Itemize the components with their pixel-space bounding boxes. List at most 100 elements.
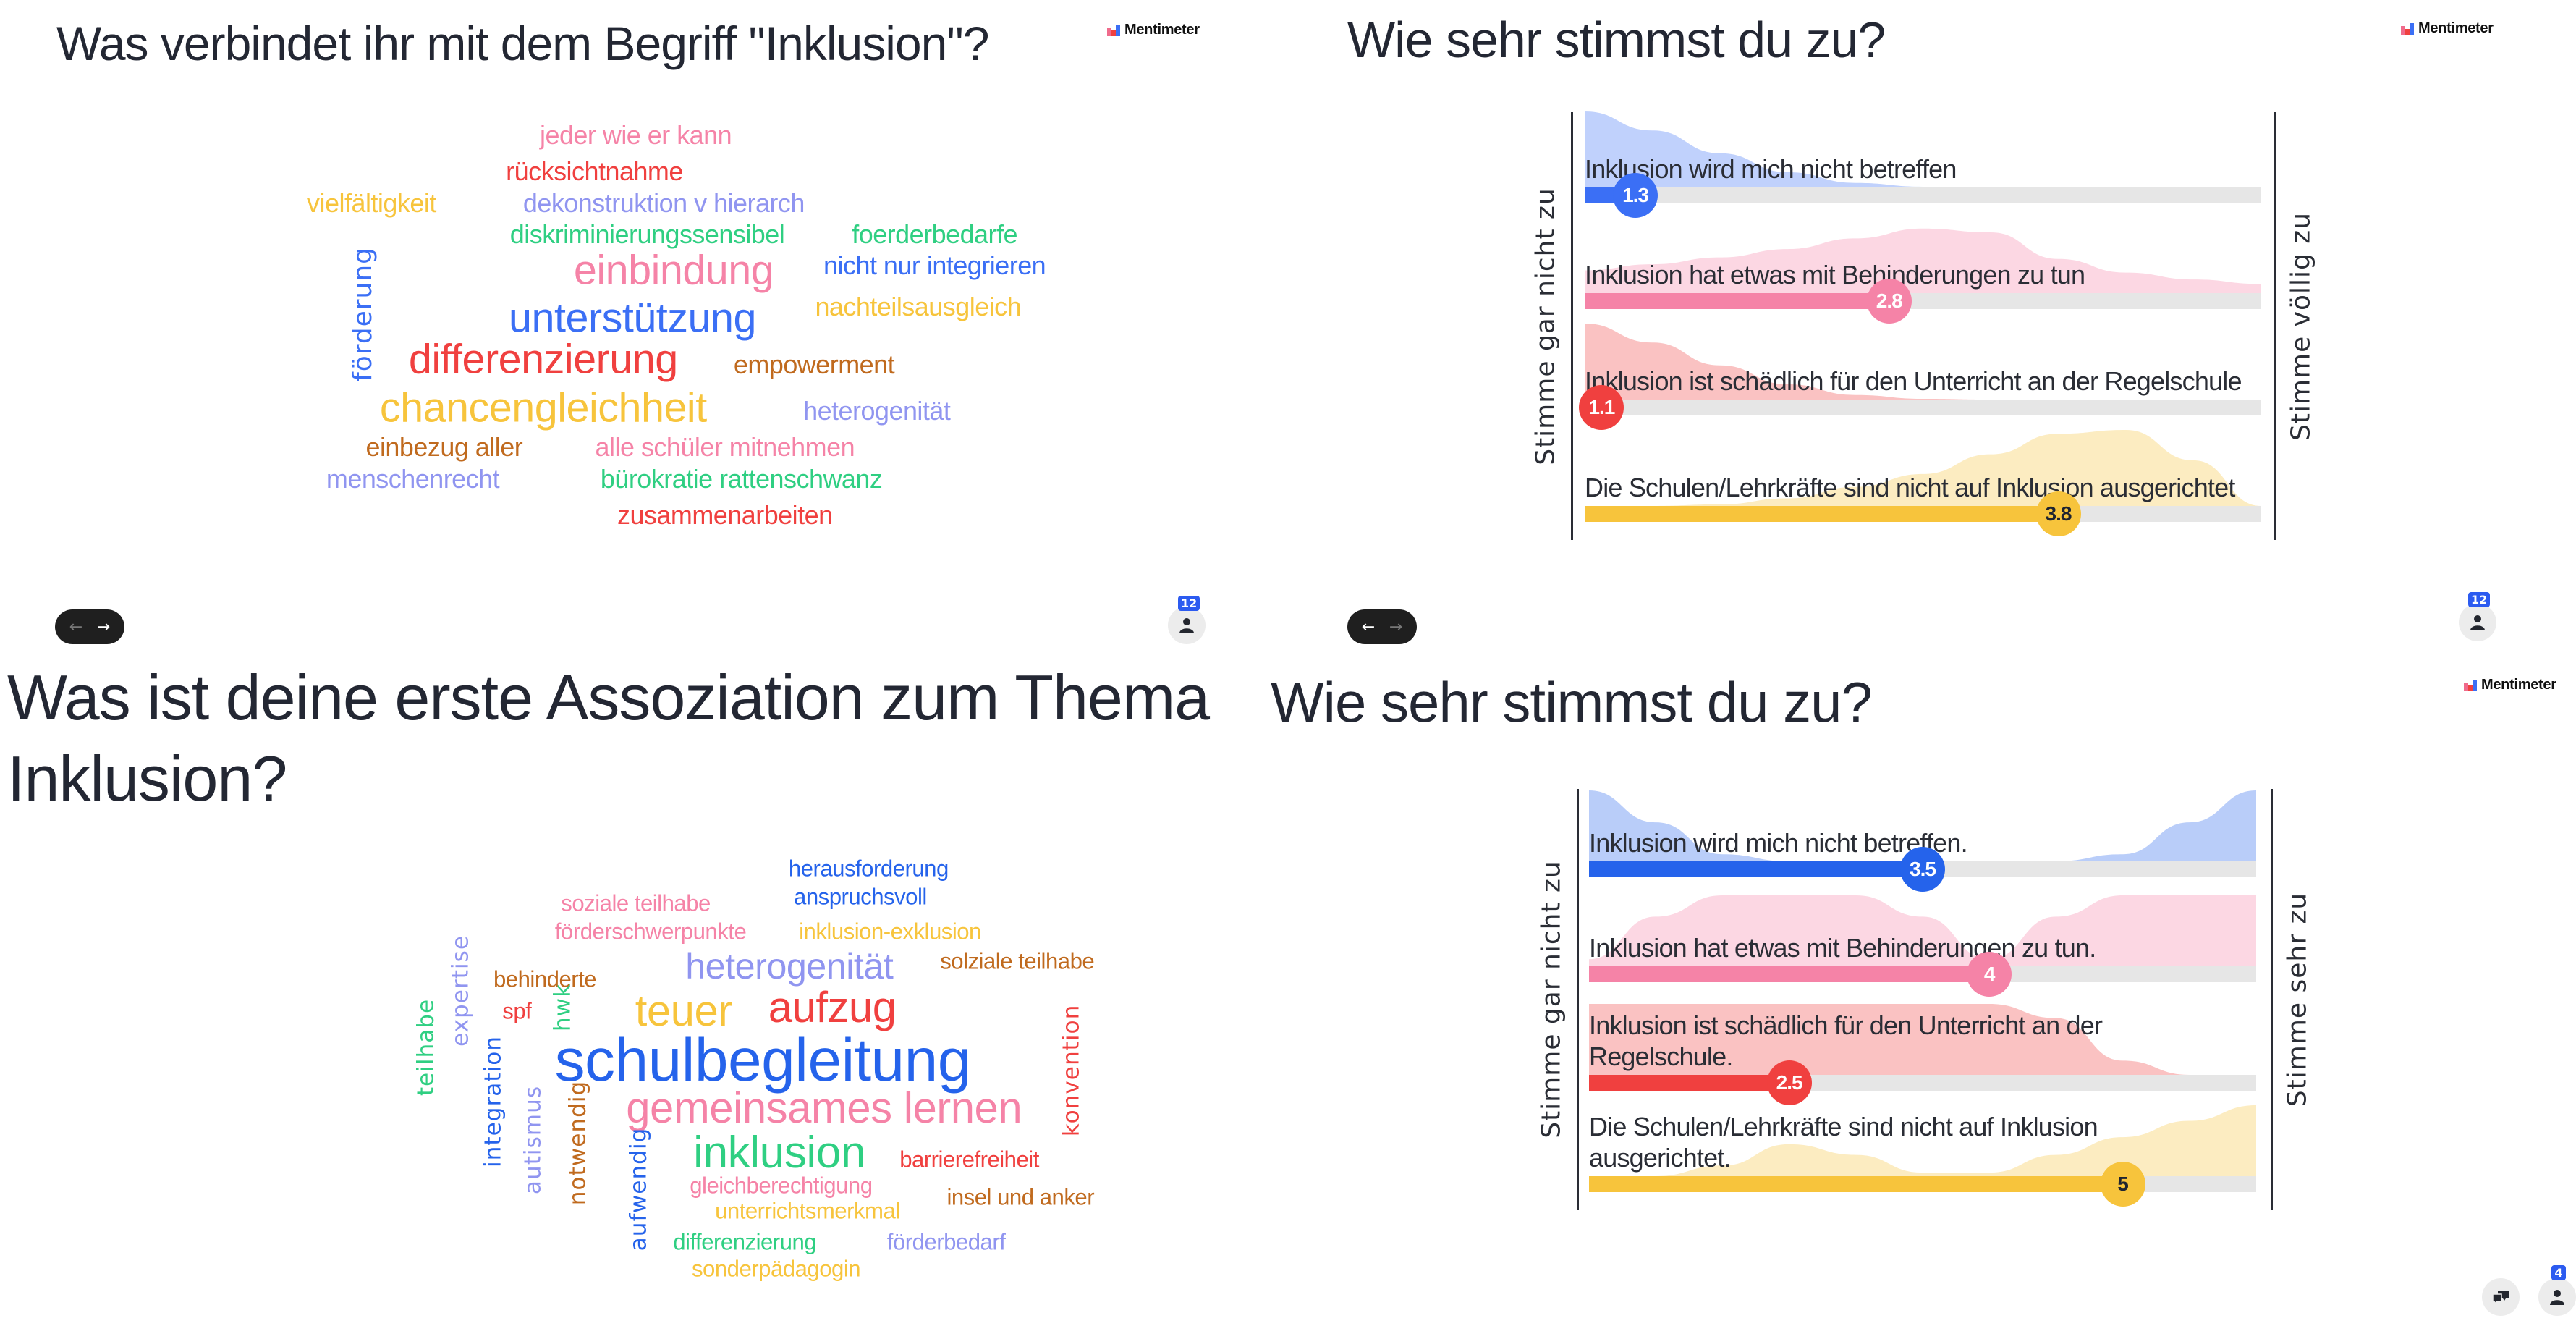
- participants-count-badge: 12: [2468, 592, 2491, 607]
- axis-label-right: Stimme völlig zu: [2286, 211, 2316, 441]
- scale-track: [1585, 187, 2261, 203]
- word-cloud-entry: anspruchsvoll: [794, 884, 927, 910]
- scale-fill: [1589, 861, 1923, 877]
- statement-label: Inklusion ist schädlich für den Unterric…: [1589, 1010, 2103, 1071]
- scale-track: [1589, 1075, 2256, 1091]
- person-icon: [2470, 615, 2485, 630]
- word-cloud-entry: herausforderung: [788, 856, 949, 882]
- word-cloud-entry: sonderpädagogin: [691, 1255, 861, 1281]
- participants-count-badge: 12: [1178, 596, 1200, 611]
- word-cloud-entry: solziale teilhabe: [940, 948, 1095, 974]
- mentimeter-logo-text: Mentimeter: [2481, 677, 2556, 693]
- arrow-right-icon[interactable]: →: [97, 618, 110, 636]
- statement-label: Inklusion hat etwas mit Behinderungen zu…: [1585, 259, 2085, 290]
- word-cloud-entry: förderschwerpunkte: [554, 919, 747, 945]
- participants-button[interactable]: [2538, 1278, 2576, 1316]
- slide-navigation[interactable]: ← →: [55, 609, 124, 644]
- word-cloud-entry: soziale teilhabe: [561, 890, 711, 916]
- scale-track: [1585, 506, 2261, 522]
- average-value-bubble: 2.5: [1766, 1060, 1812, 1105]
- word-cloud-entry: bürokratie rattenschwanz: [600, 463, 883, 494]
- word-cloud-entry: inklusion: [693, 1127, 866, 1178]
- statement-label: Inklusion hat etwas mit Behinderungen zu…: [1589, 932, 2096, 963]
- mentimeter-logo-icon: [1107, 24, 1120, 36]
- word-cloud-entry: unterstützung: [509, 295, 756, 342]
- word-cloud-entry: aufzug: [768, 983, 897, 1032]
- slide-title: Wie sehr stimmst du zu?: [1347, 12, 1886, 68]
- slide-title-line-1: Was ist deine erste Assoziation zum Them…: [7, 662, 1210, 733]
- word-cloud-entry: förderung: [348, 246, 378, 381]
- participants-button[interactable]: [2459, 604, 2496, 641]
- word-cloud-entry: unterrichtsmerkmal: [715, 1198, 900, 1224]
- axis-line-left: [1571, 112, 1573, 540]
- axis-line-right: [2271, 789, 2273, 1210]
- word-cloud-entry: notwendig: [564, 1080, 591, 1206]
- word-cloud-entry: diskriminierungssensibel: [509, 219, 785, 250]
- word-cloud-entry: differenzierung: [408, 336, 678, 383]
- average-value-bubble: 2.8: [1866, 279, 1912, 324]
- word-cloud-entry: heterogenität: [803, 396, 951, 426]
- average-value-bubble: 1.3: [1613, 173, 1658, 218]
- word-cloud-entry: einbezug aller: [365, 432, 523, 463]
- mentimeter-logo: Mentimeter: [1107, 22, 1200, 38]
- word-cloud-entry: schulbegleitung: [554, 1026, 972, 1094]
- word-cloud-entry: barrierefreiheit: [899, 1146, 1039, 1173]
- mentimeter-logo-icon: [2401, 22, 2414, 35]
- scale-fill: [1589, 1176, 2123, 1192]
- word-cloud-entry: konvention: [1058, 1004, 1085, 1137]
- scale-fill: [1585, 506, 2059, 522]
- word-cloud-entry: heterogenität: [685, 945, 894, 987]
- axis-label-left: Stimme gar nicht zu: [1536, 861, 1567, 1139]
- slide-title: Was verbindet ihr mit dem Begriff "Inklu…: [56, 17, 989, 70]
- slide-navigation[interactable]: ← →: [1347, 609, 1417, 644]
- word-cloud-entry: integration: [480, 1036, 507, 1168]
- word-cloud-entry: foerderbedarfe: [852, 219, 1017, 250]
- word-cloud-entry: chancengleichheit: [379, 384, 707, 431]
- person-icon: [2550, 1290, 2564, 1305]
- participants-button[interactable]: [1168, 607, 1206, 644]
- comments-button[interactable]: [2482, 1278, 2520, 1316]
- word-cloud-entry: nachteilsausgleich: [815, 292, 1022, 322]
- scale-fill: [1585, 293, 1889, 309]
- word-cloud-entry: expertise: [447, 935, 474, 1047]
- scale-fill: [1589, 966, 1990, 982]
- viewers-count-badge: 4: [2551, 1265, 2566, 1280]
- word-cloud-entry: zusammenarbeiten: [617, 500, 833, 530]
- slide-title: Wie sehr stimmst du zu?: [1271, 670, 1873, 734]
- axis-label-left: Stimme gar nicht zu: [1530, 187, 1561, 465]
- word-cloud-entry: rücksichtnahme: [506, 156, 683, 187]
- word-cloud-entry: menschenrecht: [326, 463, 500, 494]
- mentimeter-logo: Mentimeter: [2401, 20, 2494, 37]
- person-icon: [1179, 618, 1194, 633]
- word-cloud-entry: spf: [502, 998, 532, 1023]
- average-value-bubble: 1.1: [1579, 385, 1624, 430]
- mentimeter-logo-text: Mentimeter: [1124, 22, 1200, 38]
- word-cloud-entry: vielfältigkeit: [307, 187, 436, 218]
- arrow-left-icon[interactable]: ←: [1362, 618, 1375, 636]
- word-cloud-entry: empowerment: [733, 350, 895, 380]
- mentimeter-logo-icon: [2464, 679, 2477, 691]
- word-cloud-entry: hwk: [549, 983, 576, 1032]
- average-value-bubble: 3.8: [2035, 491, 2081, 536]
- scale-fill: [1589, 1075, 1789, 1091]
- word-cloud-entry: behinderte: [493, 966, 597, 992]
- arrow-left-icon[interactable]: ←: [69, 618, 82, 636]
- arrow-right-icon[interactable]: →: [1389, 618, 1402, 636]
- statement-label: Die Schulen/Lehrkräfte sind nicht auf In…: [1585, 472, 2235, 502]
- word-cloud-entry: gleichberechtigung: [690, 1173, 873, 1199]
- statement-label: Inklusion wird mich nicht betreffen: [1585, 153, 1957, 184]
- axis-line-right: [2274, 112, 2276, 540]
- slide-title-line-2: Inklusion?: [7, 743, 287, 814]
- word-cloud-entry: autismus: [520, 1085, 546, 1194]
- word-cloud-entry: nicht nur integrieren: [823, 250, 1046, 281]
- mentimeter-logo: Mentimeter: [2464, 677, 2556, 693]
- word-cloud-entry: gemeinsames lernen: [626, 1084, 1022, 1133]
- scale-track: [1585, 293, 2261, 309]
- word-cloud-entry: insel und anker: [946, 1184, 1095, 1210]
- word-cloud-entry: alle schüler mitnehmen: [595, 432, 855, 463]
- word-cloud-entry: jeder wie er kann: [539, 120, 732, 151]
- axis-label-right: Stimme sehr zu: [2282, 892, 2313, 1107]
- average-value-bubble: 3.5: [1900, 847, 1945, 892]
- axis-line-left: [1577, 789, 1579, 1210]
- slide-title: Was ist deine erste Assoziation zum Them…: [7, 657, 1210, 819]
